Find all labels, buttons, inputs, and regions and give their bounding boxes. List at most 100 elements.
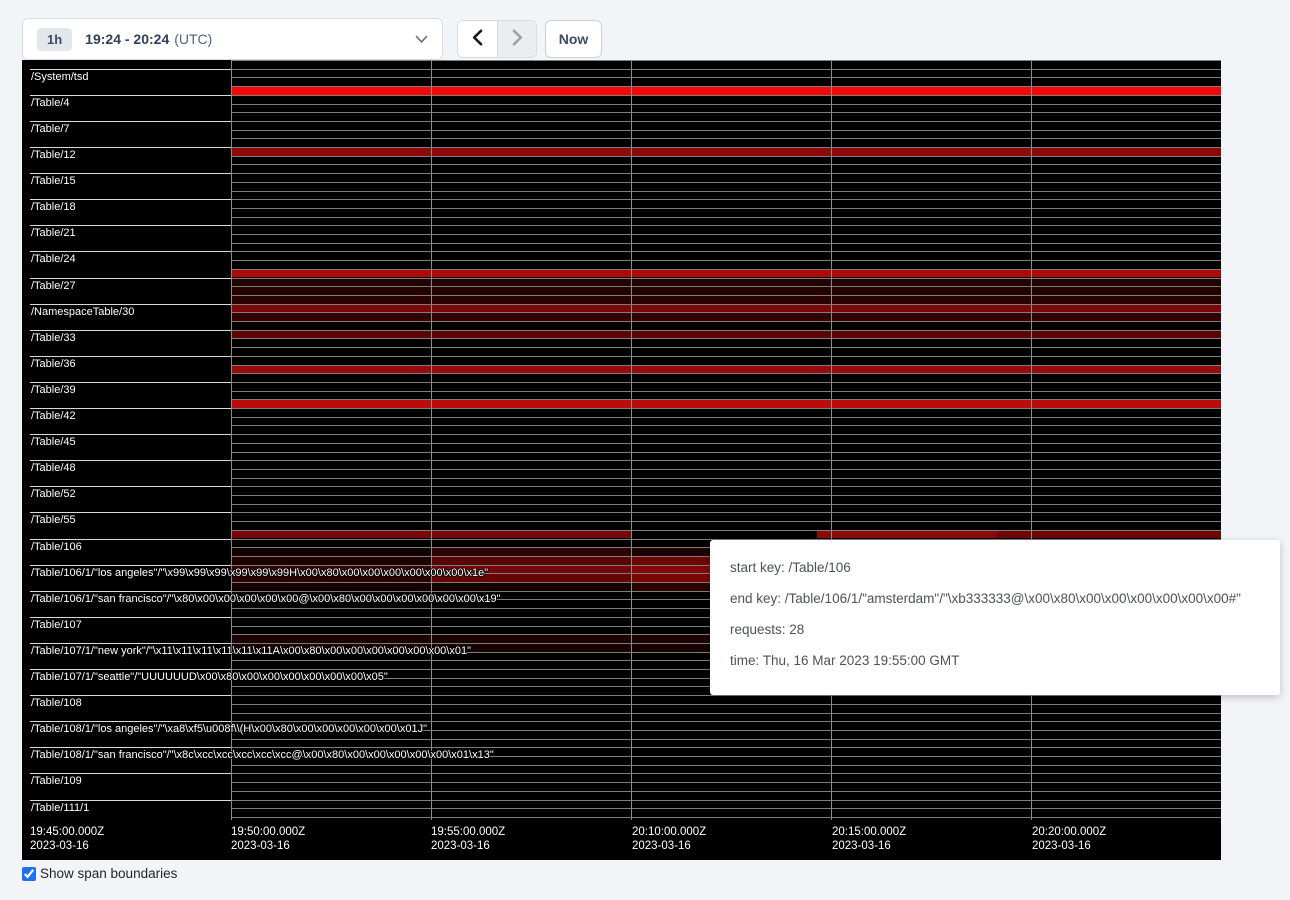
label-boundary-line xyxy=(30,225,231,226)
span-boundary-line xyxy=(231,452,1221,453)
heatmap-activity-band xyxy=(231,86,1221,95)
span-boundary-line xyxy=(231,486,1221,487)
tick-time: 20:20:00.000Z xyxy=(1032,825,1106,839)
tick-date: 2023-03-16 xyxy=(231,839,305,853)
show-span-boundaries-row: Show span boundaries xyxy=(22,866,177,881)
span-boundary-line xyxy=(231,225,1221,226)
heatmap-row-label: /System/tsd xyxy=(31,72,88,83)
span-boundary-line xyxy=(231,260,1221,261)
heatmap-activity-band xyxy=(231,295,1221,304)
span-boundary-line xyxy=(231,199,1221,200)
heatmap-row-label: /Table/4 xyxy=(31,98,70,109)
span-boundary-line xyxy=(231,521,1221,522)
label-boundary-line xyxy=(30,617,231,618)
time-axis-tick: 19:45:00.000Z2023-03-16 xyxy=(30,825,104,853)
heatmap-activity-band xyxy=(231,365,1221,374)
tooltip-line: requests: 28 xyxy=(710,607,1280,638)
label-boundary-line xyxy=(30,721,231,722)
label-boundary-line xyxy=(30,695,231,696)
span-boundary-line xyxy=(231,773,1221,774)
label-boundary-line xyxy=(30,251,231,252)
span-boundary-line xyxy=(231,425,1221,426)
time-gridline xyxy=(631,60,632,820)
prev-range-button[interactable] xyxy=(458,21,497,57)
heatmap-row-label: /Table/12 xyxy=(31,150,76,161)
span-boundary-line xyxy=(231,147,1221,148)
label-boundary-line xyxy=(30,460,231,461)
label-boundary-line xyxy=(30,121,231,122)
span-boundary-line xyxy=(231,330,1221,331)
tick-time: 19:50:00.000Z xyxy=(231,825,305,839)
span-boundary-line xyxy=(231,417,1221,418)
heatmap-row-label: /Table/15 xyxy=(31,176,76,187)
heatmap-row-label: /Table/106 xyxy=(31,542,82,553)
range-nav-group xyxy=(457,20,537,58)
tooltip-line: end key: /Table/106/1/"amsterdam"/"\xb33… xyxy=(710,576,1280,607)
range-timezone: (UTC) xyxy=(174,31,212,47)
time-gridline xyxy=(831,60,832,820)
range-shortcut-badge: 1h xyxy=(37,28,72,51)
now-button[interactable]: Now xyxy=(545,20,602,58)
span-boundary-line xyxy=(231,269,1221,270)
span-boundary-line xyxy=(231,278,1221,279)
heatmap-row-label: /Table/7 xyxy=(31,124,70,135)
span-boundary-line xyxy=(231,469,1221,470)
label-boundary-line xyxy=(30,591,231,592)
heatmap-activity-band xyxy=(231,286,1221,295)
heatmap-row-label: /Table/36 xyxy=(31,359,76,370)
label-boundary-line xyxy=(30,747,231,748)
tick-time: 20:10:00.000Z xyxy=(632,825,706,839)
span-boundary-line xyxy=(231,104,1221,105)
heatmap-row-label: /Table/109 xyxy=(31,776,82,787)
heatmap-row-label: /Table/106/1/"san francisco"/"\x80\x00\x… xyxy=(31,594,501,605)
heatmap-activity-band xyxy=(231,278,1221,287)
label-boundary-line xyxy=(30,512,231,513)
span-boundary-line xyxy=(231,495,1221,496)
label-boundary-line xyxy=(30,278,231,279)
label-boundary-line xyxy=(30,173,231,174)
heatmap-row-label: /Table/33 xyxy=(31,333,76,344)
label-boundary-line xyxy=(30,199,231,200)
heatmap-row-label: /NamespaceTable/30 xyxy=(31,307,134,318)
span-boundary-line xyxy=(231,338,1221,339)
span-boundary-line xyxy=(231,808,1221,809)
span-boundary-line xyxy=(231,312,1221,313)
span-boundary-line xyxy=(231,356,1221,357)
show-span-boundaries-label: Show span boundaries xyxy=(40,866,177,881)
label-boundary-line xyxy=(30,565,231,566)
key-visualizer-canvas[interactable]: /System/tsd/Table/4/Table/7/Table/12/Tab… xyxy=(22,60,1221,860)
label-boundary-line xyxy=(30,643,231,644)
chevron-left-icon xyxy=(472,29,483,49)
time-range-dropdown[interactable]: 1h 19:24 - 20:24 (UTC) xyxy=(22,18,443,60)
span-boundary-line xyxy=(231,408,1221,409)
heatmap-activity-band xyxy=(231,304,1221,313)
heatmap-activity-band-segment xyxy=(631,530,817,539)
range-label: 19:24 - 20:24 xyxy=(85,31,169,47)
label-boundary-line xyxy=(30,147,231,148)
heatmap-row-label: /Table/21 xyxy=(31,228,76,239)
label-boundary-line xyxy=(30,539,231,540)
heatmap-row-label: /Table/107/1/"seattle"/"UUUUUUD\x00\x80\… xyxy=(31,672,388,683)
heatmap-row-label: /Table/45 xyxy=(31,437,76,448)
heatmap-row-label: /Table/39 xyxy=(31,385,76,396)
heatmap-row-label: /Table/27 xyxy=(31,281,76,292)
heatmap-row-label: /Table/111/1 xyxy=(31,803,89,814)
tick-date: 2023-03-16 xyxy=(632,839,706,853)
span-boundary-line xyxy=(231,347,1221,348)
span-boundary-line xyxy=(231,478,1221,479)
heatmap-row-label: /Table/24 xyxy=(31,254,76,265)
span-boundary-line xyxy=(231,112,1221,113)
label-boundary-line xyxy=(30,800,231,801)
heatmap-row-label: /Table/107 xyxy=(31,620,82,631)
show-span-boundaries-checkbox[interactable] xyxy=(22,867,36,881)
tick-time: 19:45:00.000Z xyxy=(30,825,104,839)
time-gridline xyxy=(231,60,232,820)
span-boundary-line xyxy=(231,121,1221,122)
label-boundary-line xyxy=(30,69,231,70)
span-boundary-line xyxy=(231,182,1221,183)
heatmap-row-label: /Table/52 xyxy=(31,489,76,500)
time-axis-tick: 20:20:00.000Z2023-03-16 xyxy=(1032,825,1106,853)
heatmap-activity-band-segment xyxy=(231,556,431,565)
tooltip-line: time: Thu, 16 Mar 2023 19:55:00 GMT xyxy=(710,638,1280,669)
next-range-button[interactable] xyxy=(497,21,536,57)
